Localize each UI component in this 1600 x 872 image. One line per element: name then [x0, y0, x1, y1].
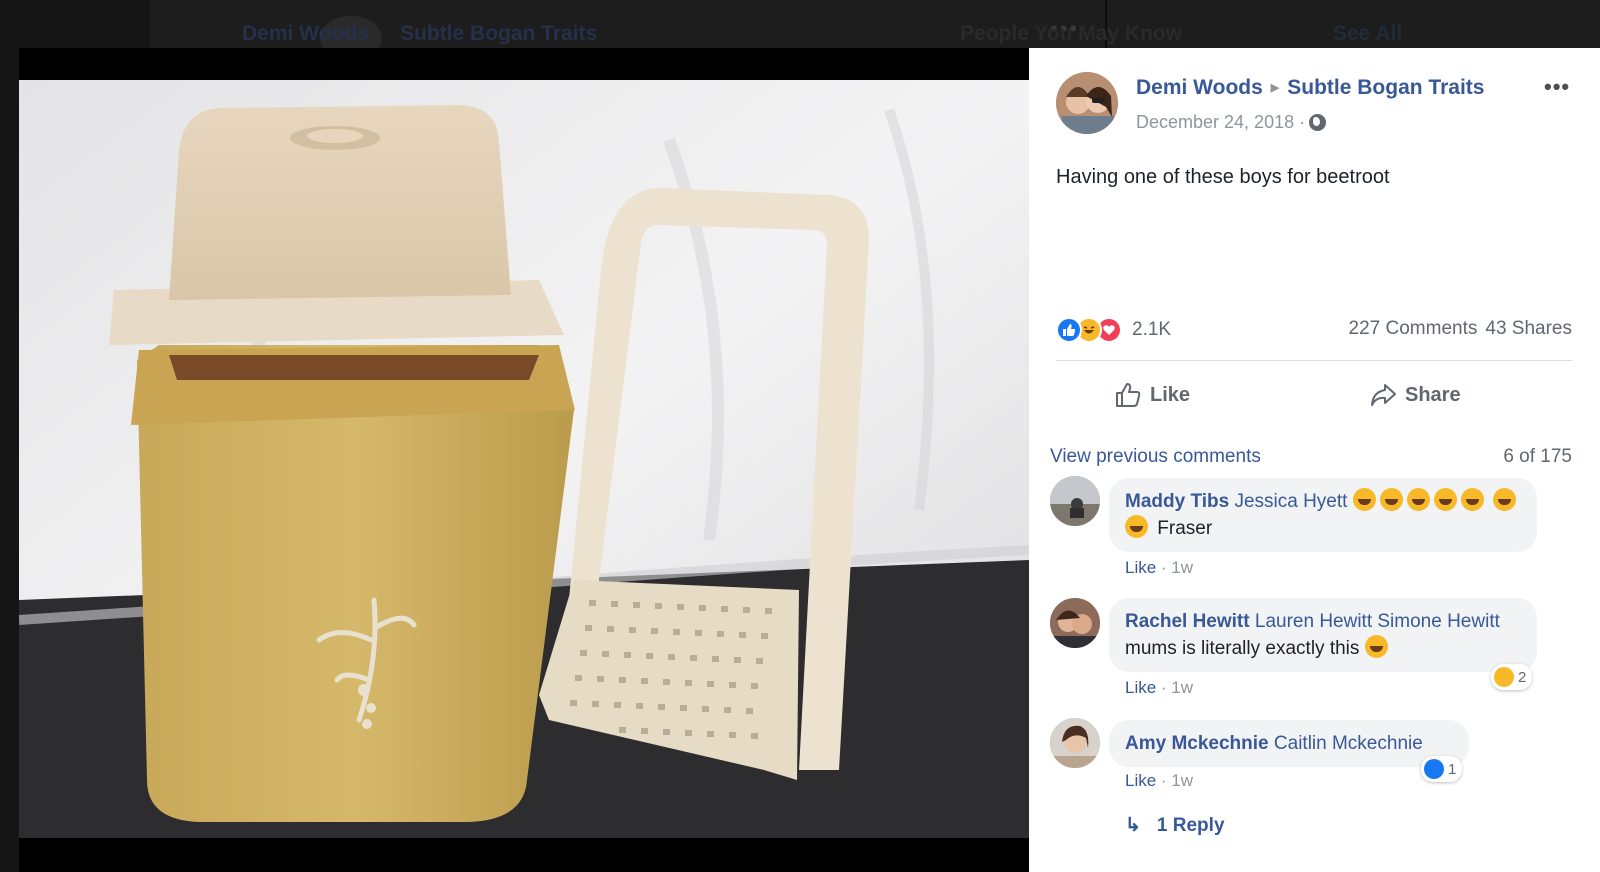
commenter-avatar[interactable]: [1050, 718, 1100, 768]
like-reaction-icon: [1056, 317, 1082, 343]
shares-count-link[interactable]: 43 Shares: [1485, 318, 1572, 339]
tagged-user[interactable]: Caitlin Mckechnie: [1274, 733, 1423, 754]
laughing-emoji-icon: [1406, 488, 1430, 511]
background-see-all: See All: [1333, 22, 1403, 45]
comment-bubble: Rachel Hewitt Lauren Hewitt Simone Hewit…: [1109, 598, 1537, 672]
comment-bubble: Maddy Tibs Jessica Hyett Fraser: [1109, 478, 1537, 552]
haha-reaction-icon: [1494, 667, 1514, 687]
commenter-avatar[interactable]: [1050, 476, 1100, 526]
view-replies-link[interactable]: ↳ 1 Reply: [1125, 814, 1225, 837]
post-side-panel: Demi Woods ▶ Subtle Bogan Traits ••• Decem…: [1029, 48, 1600, 872]
comment-meta: Like · 1w: [1125, 558, 1193, 578]
comment-reaction-count: 2: [1518, 668, 1527, 686]
view-previous-comments-link[interactable]: View previous comments: [1050, 446, 1261, 468]
comment-bubble: Amy Mckechnie Caitlin Mckechnie: [1109, 720, 1469, 767]
comment-text: mums is literally exactly this: [1125, 638, 1360, 659]
comment-like-link[interactable]: Like: [1125, 678, 1156, 697]
post-author-name[interactable]: Demi Woods: [1136, 76, 1263, 99]
comment-time[interactable]: · 1w: [1156, 678, 1193, 697]
comment-reaction-count: 1: [1448, 760, 1457, 778]
engagement-stats: 227 Comments 43 Shares: [1349, 318, 1572, 340]
author-avatar[interactable]: [1056, 72, 1118, 134]
thumbs-up-icon: [1116, 383, 1141, 407]
comment-text: Fraser: [1157, 518, 1213, 539]
post-photo[interactable]: [19, 80, 1029, 838]
share-button[interactable]: Share: [1369, 378, 1461, 412]
commenter-avatar-photo: [1050, 718, 1100, 768]
like-button-label: Like: [1150, 383, 1191, 406]
reply-arrow-icon: ↳: [1125, 815, 1141, 836]
like-reaction-icon: [1424, 759, 1444, 779]
background-people-you-may-know: People You May Know: [960, 22, 1183, 45]
post-author-line: Demi Woods ▶ Subtle Bogan Traits: [1136, 76, 1484, 100]
share-button-label: Share: [1405, 383, 1461, 406]
like-button[interactable]: Like: [1114, 378, 1190, 412]
laughing-emoji-icon: [1433, 488, 1457, 511]
post-group-name[interactable]: Subtle Bogan Traits: [1287, 76, 1484, 99]
comments-count-link[interactable]: 227 Comments: [1349, 318, 1478, 339]
commenter-name[interactable]: Rachel Hewitt: [1125, 611, 1250, 632]
background-author: Demi Woods: [242, 22, 369, 45]
laughing-emoji-icon: [1460, 488, 1484, 511]
tagged-users[interactable]: Lauren Hewitt Simone Hewitt: [1255, 611, 1500, 632]
comment-time[interactable]: · 1w: [1156, 558, 1193, 577]
more-options-icon[interactable]: •••: [1544, 74, 1570, 100]
caret-right-icon: ▶: [1270, 82, 1280, 94]
comments-section: View previous comments 6 of 175 Maddy Ti…: [1029, 426, 1600, 872]
comment-meta: Like · 1w: [1125, 678, 1193, 698]
laughing-emoji-icon: [1379, 488, 1403, 511]
divider: [1056, 360, 1572, 361]
comment-reactions-badge[interactable]: 1: [1421, 756, 1463, 782]
tagged-user[interactable]: Jessica Hyett: [1234, 491, 1347, 512]
background-post-header: Demi Woods Subtle Bogan Traits ••• Peopl…: [150, 0, 1600, 60]
post-text: Having one of these boys for beetroot: [1056, 166, 1390, 188]
post-timestamp: December 24, 2018 ·: [1136, 112, 1327, 133]
photo-viewer: [19, 48, 1029, 872]
comment-meta: Like · 1w: [1125, 771, 1193, 791]
comments-page-count: 6 of 175: [1503, 446, 1572, 467]
commenter-name[interactable]: Amy Mckechnie: [1125, 733, 1269, 754]
commenter-avatar-photo: [1050, 598, 1100, 648]
background-group: Subtle Bogan Traits: [400, 22, 598, 45]
commenter-avatar-photo: [1050, 476, 1100, 526]
author-avatar-photo: [1056, 72, 1118, 134]
laughing-emoji-icon: [1364, 635, 1388, 658]
comment-like-link[interactable]: Like: [1125, 558, 1156, 577]
comment-reactions-badge[interactable]: 2: [1491, 664, 1533, 690]
view-replies-label: 1 Reply: [1156, 815, 1225, 836]
reaction-summary[interactable]: 2.1K: [1056, 316, 1171, 344]
reaction-count: 2.1K: [1132, 319, 1172, 340]
laughing-emoji-icon: [1125, 515, 1148, 538]
globe-icon: [1309, 114, 1327, 131]
laughing-emoji-icon: [1493, 488, 1516, 511]
commenter-avatar[interactable]: [1050, 598, 1100, 648]
comment-time[interactable]: · 1w: [1156, 771, 1193, 790]
post-date[interactable]: December 24, 2018 ·: [1136, 112, 1305, 132]
tupperware-pickle-keeper-image: [19, 80, 1029, 838]
comment-like-link[interactable]: Like: [1125, 771, 1156, 790]
commenter-name[interactable]: Maddy Tibs: [1125, 491, 1229, 512]
share-arrow-icon: [1371, 384, 1396, 406]
laughing-emoji-icon: [1352, 488, 1376, 511]
